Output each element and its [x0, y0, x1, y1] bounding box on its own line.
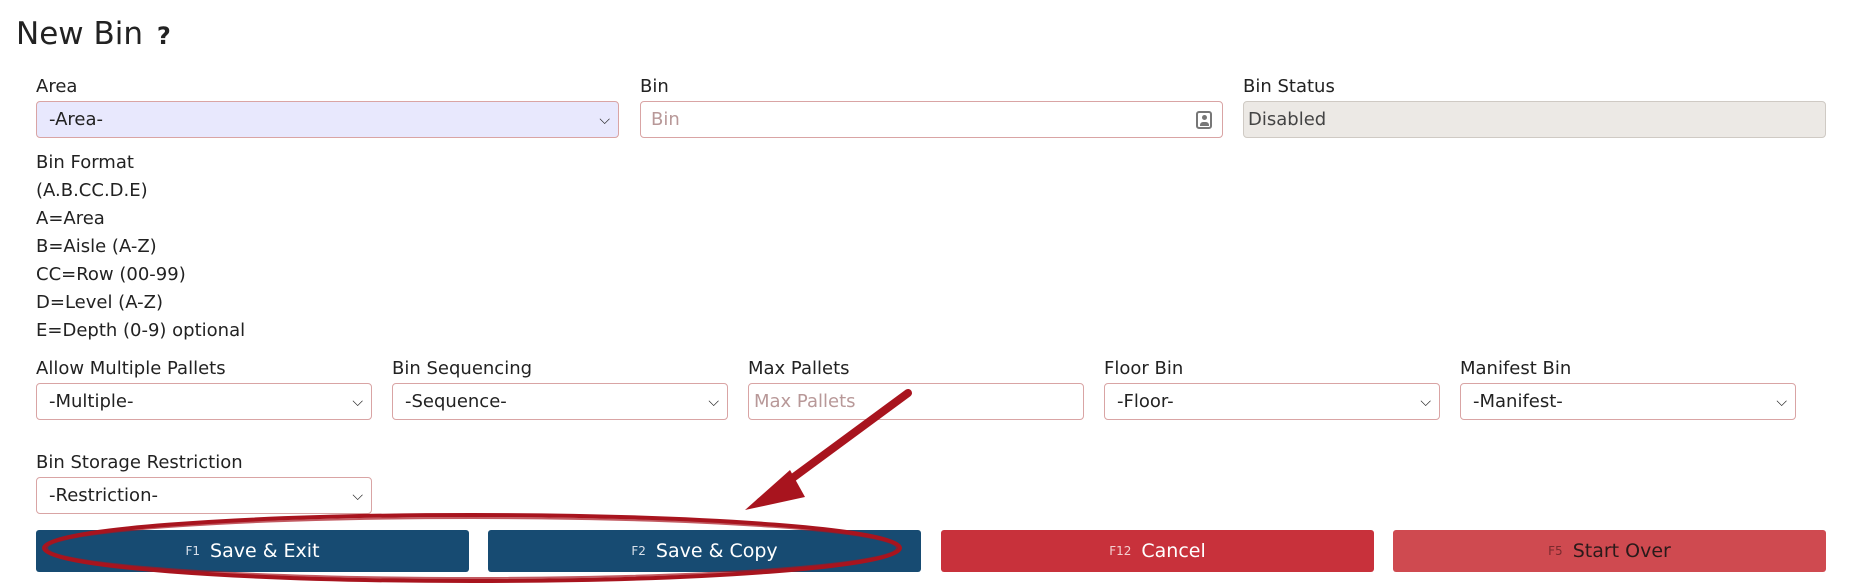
- bin-format-line: E=Depth (0-9) optional: [36, 320, 246, 341]
- max-pallets-label: Max Pallets: [748, 358, 850, 379]
- bin-format-line: CC=Row (00-99): [36, 264, 186, 285]
- chevron-down-icon: ⌵: [708, 393, 719, 410]
- restriction-value: -Restriction-: [49, 485, 158, 506]
- sequencing-value: -Sequence-: [405, 391, 507, 412]
- bin-label: Bin: [640, 76, 669, 97]
- start-over-button[interactable]: F5 Start Over: [1393, 530, 1826, 572]
- start-over-label: Start Over: [1572, 540, 1671, 562]
- bin-input-placeholder: Bin: [651, 109, 680, 130]
- bin-format-line: (A.B.CC.D.E): [36, 180, 148, 201]
- chevron-down-icon: ⌵: [599, 111, 610, 128]
- annotation-arrowhead: [745, 470, 805, 510]
- bin-format-line: D=Level (A-Z): [36, 292, 163, 313]
- area-select-value: -Area-: [49, 109, 104, 130]
- restriction-select[interactable]: -Restriction- ⌵: [36, 477, 372, 514]
- allow-multiple-value: -Multiple-: [49, 391, 134, 412]
- allow-multiple-select[interactable]: -Multiple- ⌵: [36, 383, 372, 420]
- manifest-bin-label: Manifest Bin: [1460, 358, 1572, 379]
- bin-format-heading: Bin Format: [36, 152, 134, 173]
- save-copy-label: Save & Copy: [655, 540, 778, 562]
- contact-card-icon[interactable]: [1196, 110, 1212, 129]
- cancel-label: Cancel: [1141, 540, 1206, 562]
- cancel-button[interactable]: F12 Cancel: [941, 530, 1374, 572]
- cancel-shortcut: F12: [1109, 544, 1132, 558]
- sequencing-select[interactable]: -Sequence- ⌵: [392, 383, 728, 420]
- page-title: New Bin ?: [16, 16, 171, 52]
- save-exit-label: Save & Exit: [210, 540, 320, 562]
- floor-bin-value: -Floor-: [1117, 391, 1174, 412]
- bin-format-line: B=Aisle (A-Z): [36, 236, 157, 257]
- save-copy-button[interactable]: F2 Save & Copy: [488, 530, 921, 572]
- save-copy-shortcut: F2: [631, 544, 646, 558]
- help-icon[interactable]: ?: [157, 22, 171, 50]
- area-label: Area: [36, 76, 78, 97]
- chevron-down-icon: ⌵: [1776, 393, 1787, 410]
- bin-input[interactable]: Bin: [640, 101, 1223, 138]
- page-title-text: New Bin: [16, 16, 143, 52]
- manifest-bin-value: -Manifest-: [1473, 391, 1563, 412]
- restriction-label: Bin Storage Restriction: [36, 452, 243, 473]
- save-exit-button[interactable]: F1 Save & Exit: [36, 530, 469, 572]
- save-exit-shortcut: F1: [185, 544, 201, 558]
- floor-bin-select[interactable]: -Floor- ⌵: [1104, 383, 1440, 420]
- floor-bin-label: Floor Bin: [1104, 358, 1184, 379]
- max-pallets-input[interactable]: Max Pallets: [748, 383, 1084, 420]
- start-over-shortcut: F5: [1548, 544, 1563, 558]
- area-select[interactable]: -Area- ⌵: [36, 101, 619, 138]
- chevron-down-icon: ⌵: [352, 487, 363, 504]
- sequencing-label: Bin Sequencing: [392, 358, 533, 379]
- manifest-bin-select[interactable]: -Manifest- ⌵: [1460, 383, 1796, 420]
- chevron-down-icon: ⌵: [352, 393, 363, 410]
- chevron-down-icon: ⌵: [1420, 393, 1431, 410]
- bin-status-value: Disabled: [1248, 109, 1327, 130]
- allow-multiple-label: Allow Multiple Pallets: [36, 358, 226, 379]
- bin-status-field: Disabled: [1243, 101, 1826, 138]
- bin-status-label: Bin Status: [1243, 76, 1335, 97]
- max-pallets-placeholder: Max Pallets: [754, 391, 856, 412]
- bin-format-line: A=Area: [36, 208, 105, 229]
